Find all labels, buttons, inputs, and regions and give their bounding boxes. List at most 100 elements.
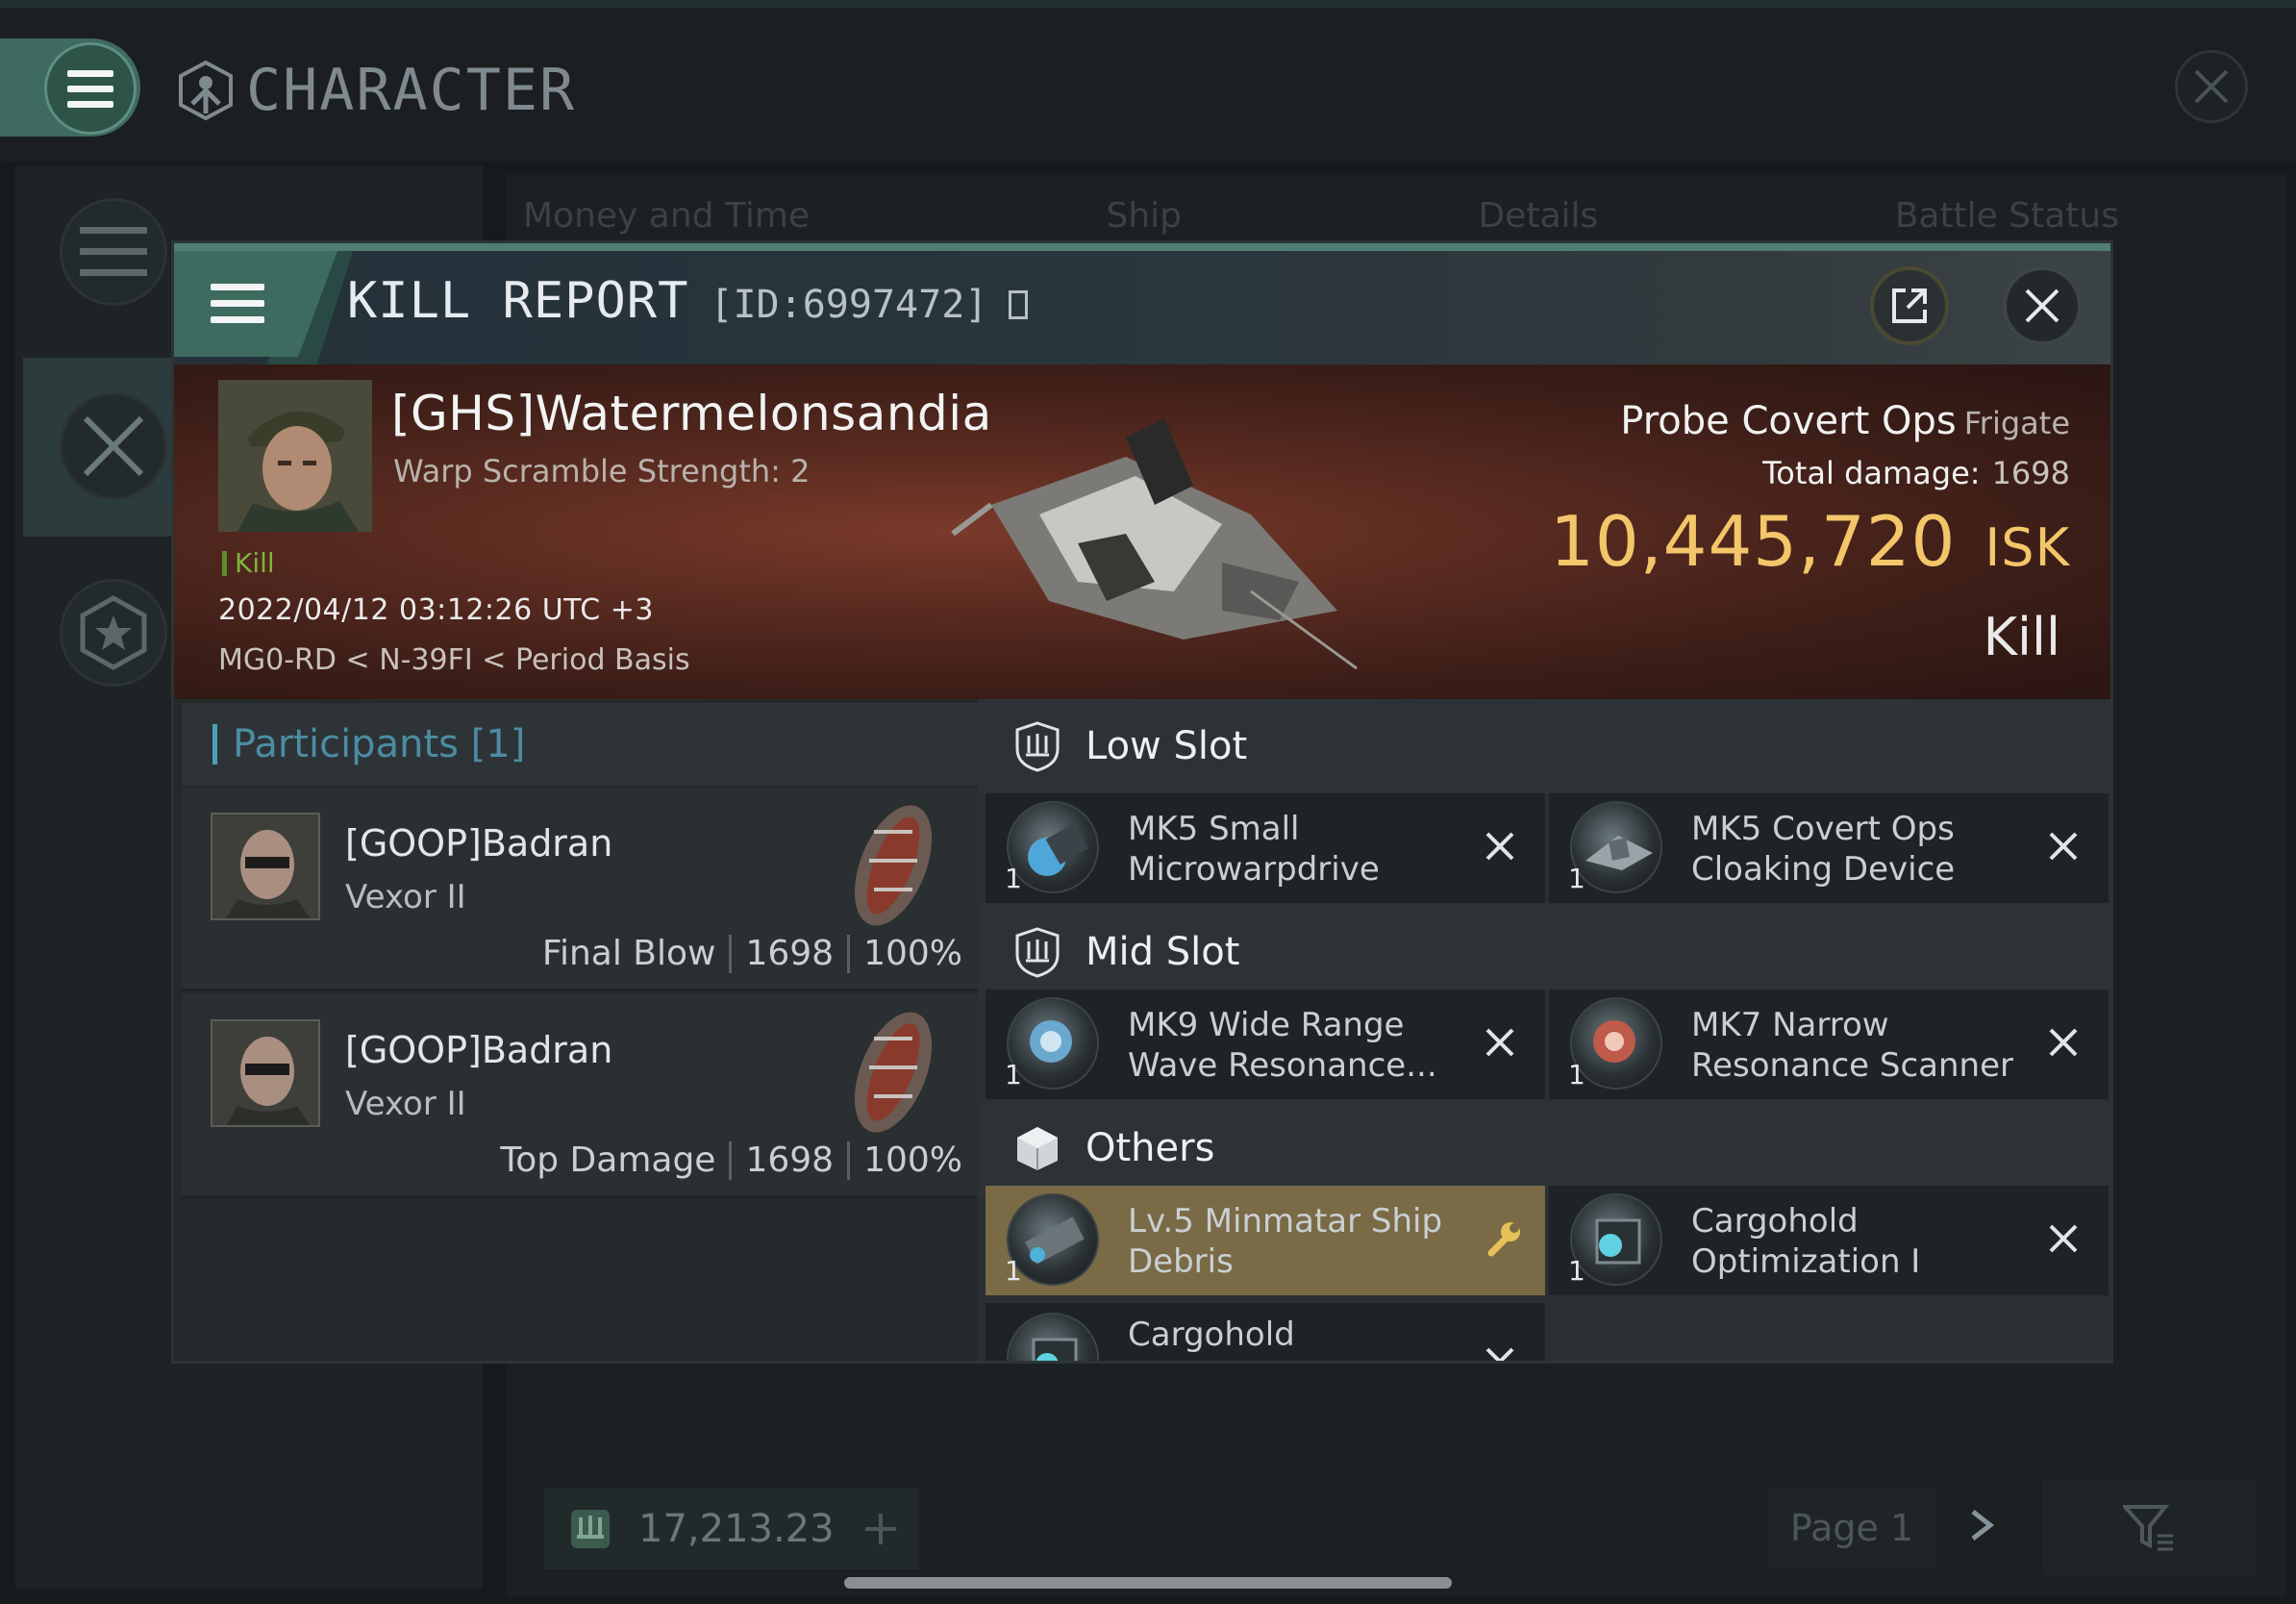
close-icon	[2194, 69, 2229, 104]
destroyed-x-icon	[2049, 832, 2078, 861]
cargohold-optimization-icon	[1007, 1313, 1099, 1361]
character-emblem-icon	[179, 60, 233, 121]
total-damage-value: 1698	[1991, 455, 2070, 491]
destroyed-x-icon	[1485, 832, 1514, 861]
isk-value-line: 10,445,720 ISK	[1550, 501, 2070, 582]
item-quantity: 1	[1568, 1059, 1585, 1090]
item-name: MK5 Covert Ops Cloaking Device	[1691, 809, 1955, 890]
item-name: MK9 Wide Range Wave Resonance...	[1128, 1005, 1437, 1086]
page-label: Page 1	[1789, 1507, 1914, 1549]
kill-summary: Probe Covert Ops Frigate Total damage: 169…	[1550, 399, 2070, 582]
item-name-line1: MK9 Wide Range	[1128, 1006, 1405, 1044]
main-menu-button[interactable]	[44, 42, 137, 135]
fitted-item[interactable]: Cargohold	[986, 1303, 1545, 1361]
share-icon	[1892, 288, 1927, 323]
fitted-item[interactable]: 1 MK5 Covert Ops Cloaking Device	[1549, 793, 2109, 903]
fitted-item[interactable]: 1 MK5 Small Microwarpdrive	[986, 793, 1545, 903]
shield-slot-icon	[1015, 721, 1060, 772]
participant-stats: Final Blow 1698 100%	[542, 934, 962, 973]
participant-ship: Vexor II	[345, 1085, 466, 1123]
stats-divider	[729, 934, 733, 973]
victim-portrait[interactable]	[218, 380, 372, 532]
participant-row[interactable]: [GOOP]Badran Vexor II Top Damage 1698 10…	[182, 994, 978, 1198]
stats-divider	[847, 934, 851, 973]
destroyed-x-icon	[2049, 1028, 2078, 1057]
tab-money-and-time[interactable]: Money and Time	[523, 196, 810, 246]
item-name-line1: MK7 Narrow	[1691, 1006, 1889, 1044]
participant-avatar	[211, 1019, 320, 1127]
kill-report-id: [ID:6997472]	[710, 283, 988, 327]
kill-report-title-text: KILL REPORT	[347, 272, 689, 330]
kill-timestamp: 2022/04/12 03:12:26 UTC +3	[218, 593, 654, 627]
stats-divider	[729, 1140, 733, 1180]
mid-slot-label: Mid Slot	[1086, 930, 1240, 974]
kill-report-title: KILL REPORT [ID:6997472]	[347, 272, 1029, 330]
victim-banner: [GHS]Watermelonsandia Warp Scramble Stre…	[174, 364, 2110, 699]
plus-icon[interactable]	[861, 1510, 900, 1548]
others-header: Others	[978, 1101, 2110, 1195]
chevron-right-icon	[1971, 1510, 1995, 1541]
item-name: MK5 Small Microwarpdrive	[1128, 809, 1380, 890]
fitted-item-selected[interactable]: 1 Lv.5 Minmatar Ship Debris	[986, 1186, 1545, 1295]
kill-tag: Kill	[222, 547, 275, 579]
item-name-line1: MK5 Covert Ops	[1691, 810, 1955, 848]
kill-location: MG0-RD < N-39FI < Period Basis	[218, 643, 690, 677]
tab-details[interactable]: Details	[1478, 196, 1598, 246]
tab-battle-status[interactable]: Battle Status	[1895, 196, 2119, 246]
wallet-value: 17,213.23	[638, 1507, 835, 1551]
filter-button[interactable]	[2042, 1479, 2256, 1575]
stats-divider	[847, 1140, 851, 1180]
item-name-line2: Debris	[1128, 1242, 1234, 1281]
participants-header: Participants [1]	[182, 703, 978, 786]
kill-report-modal: KILL REPORT [ID:6997472] [GHS]Watermelon…	[171, 240, 2113, 1364]
next-page-button[interactable]	[1967, 1500, 1996, 1556]
item-quantity: 1	[1005, 1255, 1022, 1287]
fitting-panel: Low Slot 1 MK5 Small Microwarpdrive 1 MK…	[978, 699, 2110, 1361]
shield-slot-icon	[1015, 927, 1060, 978]
participants-label: Participants [1]	[233, 722, 526, 766]
character-close-button[interactable]	[2175, 50, 2248, 123]
item-name-line2: Microwarpdrive	[1128, 850, 1380, 889]
top-accent-line	[0, 0, 2296, 8]
character-title-text: CHARACTER	[246, 57, 577, 124]
wallet-box: 17,213.23	[544, 1489, 919, 1569]
kill-tag-text: Kill	[235, 547, 275, 579]
cube-icon	[1017, 1127, 1058, 1170]
participant-role: Top Damage	[500, 1140, 716, 1180]
item-name-line2: Cloaking Device	[1691, 850, 1956, 889]
item-name: Lv.5 Minmatar Ship Debris	[1128, 1201, 1442, 1282]
close-button[interactable]	[2003, 266, 2082, 345]
participant-portrait-image	[212, 815, 318, 918]
participant-portrait-image	[212, 1021, 318, 1125]
fitted-item[interactable]: 1 MK9 Wide Range Wave Resonance...	[986, 990, 1545, 1099]
mid-slot-header: Mid Slot	[978, 905, 2110, 999]
ship-name: Probe Covert Ops	[1620, 399, 1957, 443]
item-quantity: 1	[1005, 1059, 1022, 1090]
list-icon	[80, 227, 147, 276]
victim-subtitle: Warp Scramble Strength: 2	[393, 453, 811, 489]
participant-name: [GOOP]Badran	[345, 822, 613, 865]
item-name-line2: Wave Resonance...	[1128, 1046, 1437, 1085]
sidebar-combat-button[interactable]	[60, 392, 167, 500]
item-name-line1: Cargohold	[1691, 1202, 1859, 1241]
victim-name[interactable]: [GHS]Watermelonsandia	[391, 386, 992, 441]
tab-ship[interactable]: Ship	[1107, 196, 1183, 246]
kill-result: Kill	[1983, 607, 2060, 667]
participant-percent: 100%	[863, 934, 962, 973]
share-button[interactable]	[1870, 266, 1949, 345]
item-quantity: 1	[1005, 863, 1022, 894]
fitted-item[interactable]: 1 Cargohold Optimization I	[1549, 1186, 2109, 1295]
participant-row[interactable]: [GOOP]Badran Vexor II Final Blow 1698 10…	[182, 788, 978, 991]
participant-damage: 1698	[745, 1140, 835, 1180]
isk-wallet-icon	[571, 1510, 610, 1548]
wrench-icon	[1487, 1222, 1520, 1257]
destroyed-x-icon	[1485, 1028, 1514, 1057]
copy-icon[interactable]	[1009, 290, 1029, 319]
total-damage-label: Total damage:	[1762, 455, 1981, 491]
sidebar-star-button[interactable]	[60, 579, 167, 687]
page-indicator: Page 1	[1767, 1487, 1936, 1569]
sidebar-list-button[interactable]	[60, 198, 167, 306]
participant-role: Final Blow	[541, 934, 716, 973]
fitted-item[interactable]: 1 MK7 Narrow Resonance Scanner	[1549, 990, 2109, 1099]
isk-value: 10,445,720	[1550, 501, 1957, 582]
